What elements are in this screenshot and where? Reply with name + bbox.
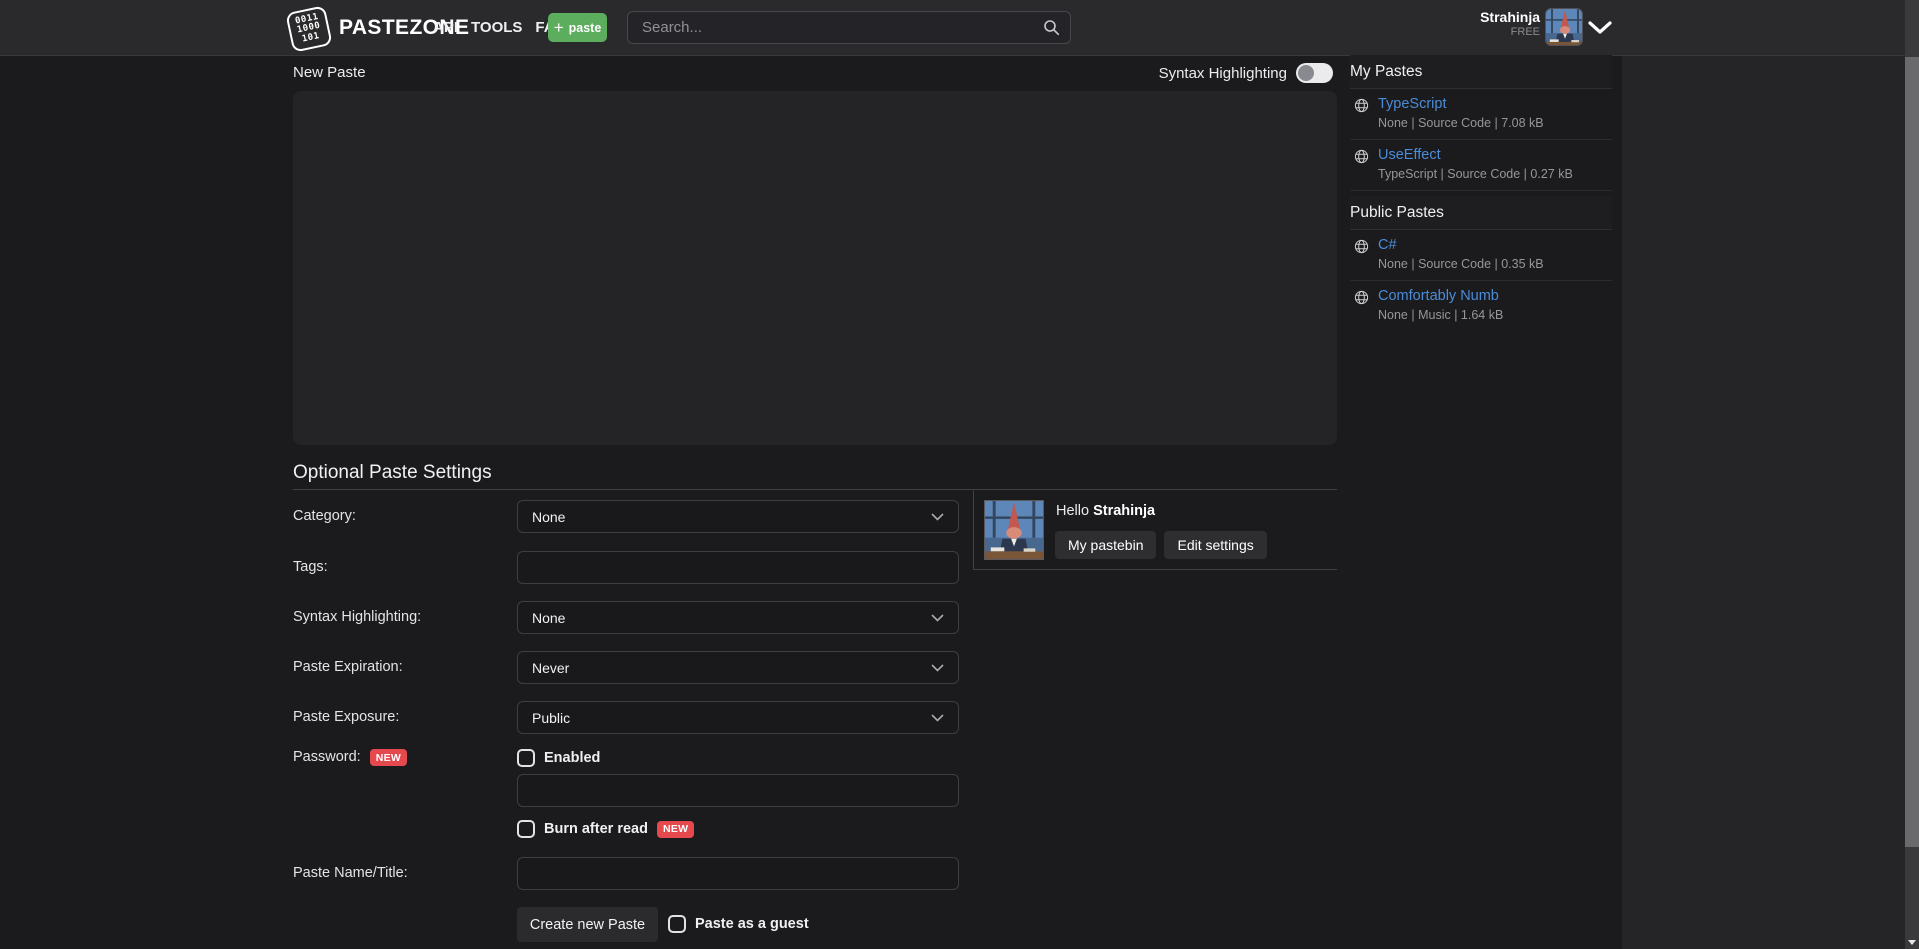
globe-icon	[1354, 290, 1369, 323]
plus-icon: +	[554, 19, 564, 36]
nav-links: API TOOLS FAQ	[433, 0, 566, 55]
user-card: Hello Strahinja My pastebin Edit setting…	[973, 490, 1337, 570]
password-label-row: Password: NEW	[293, 749, 407, 766]
scrollbar-down-arrow[interactable]	[1908, 940, 1916, 945]
navbar: 0011 1000 101 PASTEZONE API TOOLS FAQ + …	[0, 0, 1919, 56]
paste-textarea[interactable]	[293, 91, 1337, 445]
tags-label: Tags:	[293, 559, 328, 576]
globe-icon	[1354, 149, 1369, 182]
enabled-label: Enabled	[544, 750, 600, 766]
app: 0011 1000 101 PASTEZONE API TOOLS FAQ + …	[0, 0, 1919, 949]
paste-meta: TypeScript | Source Code | 0.27 kB	[1378, 167, 1573, 182]
paste-meta: None | Music | 1.64 kB	[1378, 308, 1503, 323]
sidebar-section-title: My Pastes	[1350, 55, 1612, 89]
nav-link-tools[interactable]: TOOLS	[471, 19, 522, 36]
syntax-label: Syntax Highlighting:	[293, 609, 421, 626]
tags-input[interactable]	[517, 551, 959, 584]
paste-button-label: paste	[569, 21, 602, 35]
paste-meta: None | Source Code | 0.35 kB	[1378, 257, 1544, 272]
burn-after-read-label: Burn after read	[544, 821, 648, 837]
search-box	[627, 11, 1071, 44]
paste-link[interactable]: UseEffect	[1378, 147, 1573, 164]
syntax-value: None	[532, 610, 565, 626]
chevron-down-icon[interactable]	[1588, 21, 1612, 39]
category-value: None	[532, 509, 565, 525]
sidebar-section-title: Public Pastes	[1350, 196, 1612, 230]
sidebar: My Pastes TypeScript None | Source Code | …	[1347, 55, 1622, 331]
user-info: Strahinja FREE	[1420, 9, 1540, 39]
chevron-down-icon	[931, 714, 944, 722]
my-pastebin-button[interactable]: My pastebin	[1055, 531, 1156, 559]
syntax-select[interactable]: None	[517, 601, 959, 634]
new-paste-title: New Paste	[293, 64, 366, 81]
burn-after-read-row: Burn after read NEW	[517, 820, 694, 838]
logo[interactable]: 0011 1000 101	[286, 6, 330, 50]
paste-name-label: Paste Name/Title:	[293, 865, 408, 882]
paste-list-item[interactable]: TypeScript None | Source Code | 7.08 kB	[1350, 89, 1612, 140]
create-paste-button[interactable]: Create new Paste	[517, 907, 658, 942]
chevron-down-icon	[931, 664, 944, 672]
password-enabled-row: Enabled	[517, 749, 600, 767]
category-label: Category:	[293, 508, 356, 525]
search-input[interactable]	[627, 11, 1071, 44]
expiration-select[interactable]: Never	[517, 651, 959, 684]
globe-icon	[1354, 98, 1369, 131]
search-icon	[1043, 19, 1060, 41]
burn-after-read-checkbox[interactable]	[517, 820, 535, 838]
binary-logo-icon: 0011 1000 101	[285, 5, 332, 52]
syntax-highlighting-toggle-row: Syntax Highlighting	[1159, 63, 1333, 83]
paste-name-input[interactable]	[517, 857, 959, 890]
paste-list-item[interactable]: UseEffect TypeScript | Source Code | 0.27…	[1350, 140, 1612, 191]
user-card-buttons: My pastebin Edit settings	[1055, 531, 1267, 559]
nav-link-api[interactable]: API	[433, 19, 458, 36]
category-select[interactable]: None	[517, 500, 959, 533]
exposure-label: Paste Exposure:	[293, 709, 399, 726]
syntax-toggle-label: Syntax Highlighting	[1159, 65, 1287, 82]
exposure-value: Public	[532, 710, 570, 726]
avatar	[1545, 8, 1583, 46]
greeting: Hello Strahinja	[1056, 503, 1155, 519]
globe-icon	[1354, 239, 1369, 272]
paste-meta: None | Source Code | 7.08 kB	[1378, 116, 1544, 131]
password-enabled-checkbox[interactable]	[517, 749, 535, 767]
expiration-label: Paste Expiration:	[293, 659, 403, 676]
avatar	[984, 500, 1044, 560]
toggle-knob	[1298, 65, 1314, 81]
optional-settings-title: Optional Paste Settings	[293, 462, 492, 484]
sidebar-section: My Pastes TypeScript None | Source Code | …	[1347, 55, 1622, 191]
paste-as-guest-row: Paste as a guest	[668, 915, 809, 933]
edit-settings-button[interactable]: Edit settings	[1164, 531, 1266, 559]
paste-as-guest-checkbox[interactable]	[668, 915, 686, 933]
paste-list-item[interactable]: C# None | Source Code | 0.35 kB	[1350, 230, 1612, 281]
user-plan-badge: FREE	[1420, 25, 1540, 39]
syntax-highlighting-toggle[interactable]	[1296, 63, 1333, 83]
scrollbar[interactable]	[1905, 0, 1919, 949]
chevron-down-icon	[931, 614, 944, 622]
new-badge: NEW	[657, 821, 694, 838]
greeting-username: Strahinja	[1093, 503, 1155, 519]
scrollbar-thumb[interactable]	[1905, 57, 1919, 847]
paste-link[interactable]: C#	[1378, 237, 1544, 254]
paste-link[interactable]: TypeScript	[1378, 96, 1544, 113]
user-name: Strahinja	[1420, 9, 1540, 25]
paste-list-item[interactable]: Comfortably Numb None | Music | 1.64 kB	[1350, 281, 1612, 331]
password-input[interactable]	[517, 774, 959, 807]
greeting-word: Hello	[1056, 503, 1089, 519]
paste-link[interactable]: Comfortably Numb	[1378, 288, 1503, 305]
new-paste-button[interactable]: + paste	[548, 13, 607, 42]
logo-line: 101	[301, 32, 320, 45]
sidebar-section: Public Pastes C# None | Source Code | 0.35…	[1347, 196, 1622, 331]
expiration-value: Never	[532, 660, 569, 676]
paste-as-guest-label: Paste as a guest	[695, 916, 809, 932]
new-badge: NEW	[370, 749, 407, 766]
exposure-select[interactable]: Public	[517, 701, 959, 734]
password-label: Password:	[293, 749, 361, 766]
chevron-down-icon	[931, 513, 944, 521]
